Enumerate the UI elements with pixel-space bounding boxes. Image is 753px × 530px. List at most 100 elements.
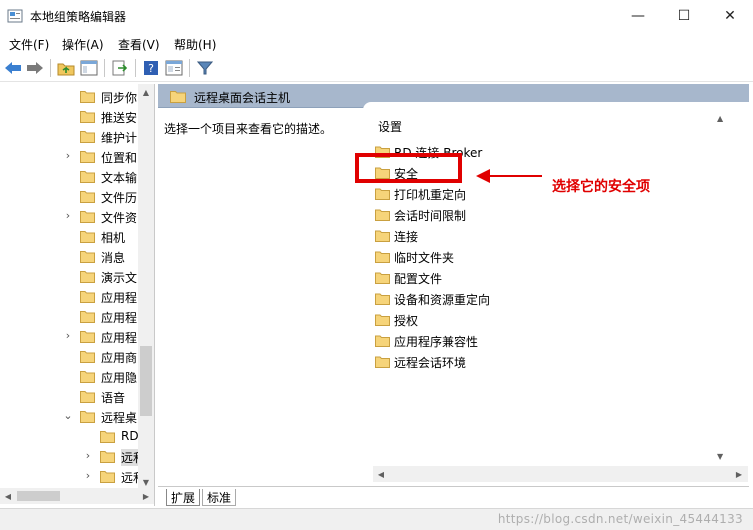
annotation-text: 选择它的安全项 (552, 179, 650, 195)
chevron-icon[interactable] (62, 189, 74, 203)
tree-item[interactable]: 演示文 (0, 267, 138, 287)
scroll-right-arrow-icon[interactable]: ▶ (731, 466, 747, 482)
tree-item-label: 语音 (101, 391, 126, 405)
list-item[interactable]: 临时文件夹 (375, 247, 575, 267)
list-item-label: 设备和资源重定向 (394, 293, 491, 307)
show-hide-tree-icon[interactable] (80, 59, 98, 77)
list-item[interactable]: 授权 (375, 310, 575, 330)
minimize-button[interactable]: — (615, 0, 661, 32)
list-item[interactable]: 设备和资源重定向 (375, 289, 575, 309)
chevron-icon[interactable] (62, 289, 74, 303)
properties-icon[interactable] (165, 59, 183, 77)
tree-item[interactable]: 应用隐 (0, 367, 138, 387)
chevron-icon[interactable] (62, 169, 74, 183)
maximize-button[interactable]: ☐ (661, 0, 707, 32)
scroll-up-arrow-icon[interactable]: ▲ (717, 114, 729, 128)
chevron-icon[interactable] (62, 309, 74, 323)
close-button[interactable]: ✕ (707, 0, 753, 32)
tree-item[interactable]: ⌄ 远程桌 (0, 407, 138, 427)
chevron-icon[interactable] (62, 89, 74, 103)
folder-icon (375, 188, 390, 200)
tree-item[interactable]: 文件历 (0, 187, 138, 207)
tree-item[interactable]: › 位置和 (0, 147, 138, 167)
tree-scroll-thumb[interactable] (140, 346, 152, 416)
chevron-icon[interactable] (62, 109, 74, 123)
list-horizontal-scrollbar[interactable]: ◀ ▶ (373, 466, 748, 482)
tree-vertical-scrollbar[interactable]: ▲ ▼ (138, 84, 154, 490)
chevron-icon[interactable]: › (82, 449, 94, 463)
tree-item[interactable]: 语音 (0, 387, 138, 407)
tree-item[interactable]: 同步你 (0, 87, 138, 107)
folder-icon (80, 270, 95, 283)
help-icon[interactable]: ? (142, 59, 160, 77)
tree-item[interactable]: › 远和 (0, 447, 138, 467)
list-item-label: 连接 (394, 230, 419, 244)
chevron-icon[interactable]: › (82, 469, 94, 483)
folder-icon (375, 251, 390, 263)
chevron-icon[interactable] (62, 349, 74, 363)
forward-arrow-icon[interactable] (26, 59, 44, 77)
chevron-icon[interactable]: › (62, 209, 74, 223)
list-item-label: 配置文件 (394, 272, 443, 286)
list-item-label: 应用程序兼容性 (394, 335, 479, 349)
chevron-icon[interactable] (62, 129, 74, 143)
tree-pane[interactable]: 同步你 推送安 维护计 › 位置和 文本输 文件历 › 文件资 相机 消息 演示文 应用程 应用程 › 应用程… (0, 84, 155, 506)
scroll-left-arrow-icon[interactable]: ◀ (373, 466, 389, 482)
tree-item[interactable]: 文本输 (0, 167, 138, 187)
chevron-icon[interactable] (62, 229, 74, 243)
scroll-down-arrow-icon[interactable]: ▼ (717, 452, 729, 466)
chevron-icon[interactable]: ⌄ (62, 409, 74, 423)
list-item[interactable]: 会话时间限制 (375, 205, 575, 225)
folder-icon (80, 250, 95, 263)
tab-standard[interactable]: 标准 (202, 489, 237, 506)
chevron-icon[interactable] (62, 389, 74, 403)
tree-item[interactable]: 推送安 (0, 107, 138, 127)
list-item[interactable]: 远程会话环境 (375, 352, 575, 372)
up-folder-icon[interactable] (57, 59, 75, 77)
menu-help[interactable]: 帮助(H) (174, 36, 216, 53)
menu-view[interactable]: 查看(V) (118, 36, 160, 53)
folder-icon (80, 110, 95, 123)
red-arrow-icon (476, 169, 542, 183)
list-item[interactable]: 打印机重定向 (375, 184, 575, 204)
tree-item-label: 应用程 (101, 331, 138, 345)
tree-item[interactable]: RD (0, 427, 138, 447)
tree-item-label: 文本输 (101, 171, 138, 185)
tree-item[interactable]: › 文件资 (0, 207, 138, 227)
scroll-left-arrow-icon[interactable]: ◀ (0, 488, 16, 504)
back-arrow-icon[interactable] (4, 59, 22, 77)
tree-item[interactable]: 应用商 (0, 347, 138, 367)
tree-item[interactable]: 应用程 (0, 307, 138, 327)
list-item[interactable]: 应用程序兼容性 (375, 331, 575, 351)
tab-extended[interactable]: 扩展 (166, 489, 201, 506)
folder-icon (375, 335, 390, 347)
toolbar: ? (0, 54, 753, 82)
chevron-icon[interactable] (82, 429, 94, 443)
list-item[interactable]: 连接 (375, 226, 575, 246)
chevron-icon[interactable] (62, 369, 74, 383)
chevron-icon[interactable]: › (62, 149, 74, 163)
scroll-up-arrow-icon[interactable]: ▲ (138, 84, 154, 100)
chevron-icon[interactable] (62, 249, 74, 263)
column-header-setting[interactable]: 设置 (378, 118, 402, 135)
folder-icon (100, 430, 115, 443)
tree-item-label: 文件历 (101, 191, 138, 205)
tree-item[interactable]: 应用程 (0, 287, 138, 307)
export-list-icon[interactable] (111, 59, 129, 77)
tree-horizontal-scrollbar[interactable]: ◀ ▶ (0, 488, 154, 504)
scroll-right-arrow-icon[interactable]: ▶ (138, 488, 154, 504)
tree-item[interactable]: 消息 (0, 247, 138, 267)
tree-item[interactable]: 维护计 (0, 127, 138, 147)
list-item[interactable]: 配置文件 (375, 268, 575, 288)
filter-icon[interactable] (196, 59, 214, 77)
chevron-icon[interactable] (62, 269, 74, 283)
folder-icon (80, 310, 95, 323)
tree-item-label: 位置和 (101, 151, 138, 165)
tree-hscroll-thumb[interactable] (17, 491, 60, 501)
menu-action[interactable]: 操作(A) (62, 36, 104, 53)
chevron-icon[interactable]: › (62, 329, 74, 343)
menu-file[interactable]: 文件(F) (9, 36, 49, 53)
tree-item[interactable]: › 远和 (0, 467, 138, 487)
tree-item[interactable]: › 应用程 (0, 327, 138, 347)
tree-item[interactable]: 相机 (0, 227, 138, 247)
